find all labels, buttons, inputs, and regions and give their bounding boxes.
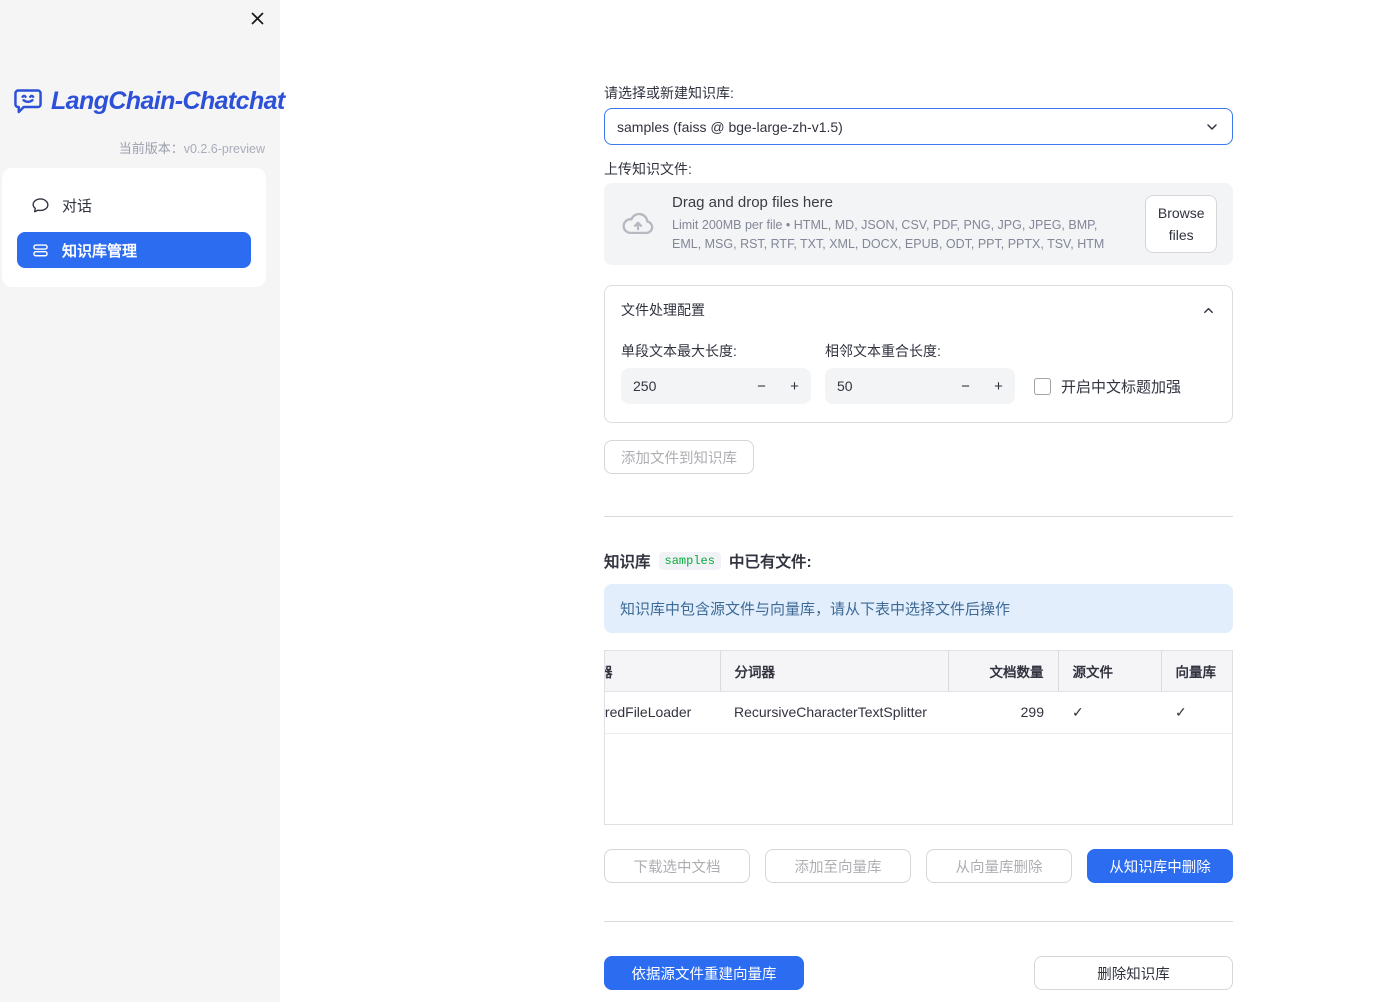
col-header-loader[interactable]: 文档加载器 xyxy=(605,651,720,692)
file-config-expander: 文件处理配置 单段文本最大长度: 250 − + 相邻文本重合长度: 50 − … xyxy=(604,285,1233,423)
divider xyxy=(604,516,1233,517)
cell-splitter[interactable]: RecursiveCharacterTextSplitter xyxy=(720,691,948,734)
dropzone-title: Drag and drop files here xyxy=(672,193,833,211)
chunk-size-value: 250 xyxy=(633,378,657,394)
divider xyxy=(604,921,1233,922)
sidebar-item-knowledge-base[interactable]: 知识库管理 xyxy=(17,232,251,268)
dropzone-texts: Drag and drop files here Limit 200MB per… xyxy=(672,194,1129,255)
cell-loader[interactable]: UnstructuredFileLoader xyxy=(605,691,720,734)
dropzone-limits: Limit 200MB per file • HTML, MD, JSON, C… xyxy=(672,217,1105,251)
chevron-down-icon xyxy=(1204,119,1220,135)
add-files-to-kb-button[interactable]: 添加文件到知识库 xyxy=(604,440,754,474)
download-selected-button[interactable]: 下载选中文档 xyxy=(604,849,750,883)
version-info: 当前版本：v0.2.6-preview xyxy=(119,138,265,157)
chunk-size-input[interactable]: 250 − + xyxy=(621,368,811,404)
zh-title-enhance-label: 开启中文标题加强 xyxy=(1061,379,1182,396)
kb-heading-suffix: 中已有文件: xyxy=(728,554,812,571)
cell-vector-store-check[interactable]: ✓ xyxy=(1161,691,1232,734)
kb-select[interactable]: samples (faiss @ bge-large-zh-v1.5) xyxy=(604,108,1233,145)
chunk-size-decrement-button[interactable]: − xyxy=(745,368,778,404)
checkbox-icon xyxy=(1034,378,1051,395)
overlap-size-value: 50 xyxy=(837,378,853,394)
delete-from-vector-store-button[interactable]: 从向量库删除 xyxy=(926,849,1072,883)
chat-bubble-logo-icon xyxy=(12,86,44,116)
kb-select-value: samples (faiss @ bge-large-zh-v1.5) xyxy=(617,118,843,135)
rebuild-vector-store-button[interactable]: 依据源文件重建向量库 xyxy=(604,956,804,990)
cell-source-file-check[interactable]: ✓ xyxy=(1058,691,1161,734)
close-icon xyxy=(250,11,265,26)
chat-icon xyxy=(31,197,50,214)
app-title: LangChain-Chatchat xyxy=(51,86,285,115)
sidebar-item-dialogue[interactable]: 对话 xyxy=(17,187,251,223)
delete-from-kb-button[interactable]: 从知识库中删除 xyxy=(1087,849,1233,883)
overlap-size-decrement-button[interactable]: − xyxy=(949,368,982,404)
col-header-source-file[interactable]: 源文件 xyxy=(1057,651,1161,692)
file-config-expander-header[interactable]: 文件处理配置 xyxy=(621,300,1216,320)
cell-doc-count[interactable]: 299 xyxy=(948,691,1058,734)
sidebar-menu: 对话 知识库管理 xyxy=(2,168,266,287)
sidebar: LangChain-Chatchat 当前版本：v0.2.6-preview 对… xyxy=(0,0,285,1002)
kb-files-heading: 知识库 samples 中已有文件: xyxy=(604,550,1233,572)
upload-label: 上传知识文件: xyxy=(604,161,692,177)
app-logo: LangChain-Chatchat xyxy=(12,86,285,116)
table-header-row: 文档加载器 分词器 文档数量 源文件 向量库 xyxy=(605,651,1232,692)
sidebar-item-label: 对话 xyxy=(62,197,93,215)
chunk-size-label: 单段文本最大长度: xyxy=(621,343,737,359)
col-header-doc-count[interactable]: 文档数量 xyxy=(947,651,1058,692)
sidebar-item-label: 知识库管理 xyxy=(62,242,138,260)
info-alert-text: 知识库中包含源文件与向量库，请从下表中选择文件后操作 xyxy=(620,601,1011,618)
chunk-size-group: 单段文本最大长度: 250 − + xyxy=(621,342,811,404)
browse-files-button[interactable]: Browse files xyxy=(1145,194,1217,254)
version-label: 当前版本： xyxy=(118,141,184,156)
zh-title-enhance-checkbox[interactable]: 开启中文标题加强 xyxy=(1034,376,1181,397)
kb-select-label: 请选择或新建知识库: xyxy=(604,85,734,101)
overlap-size-increment-button[interactable]: + xyxy=(982,368,1015,404)
sidebar-close-button[interactable] xyxy=(248,9,266,27)
add-to-vector-store-button[interactable]: 添加至向量库 xyxy=(765,849,911,883)
delete-kb-database-button[interactable]: 删除知识库 xyxy=(1034,956,1233,990)
overlap-size-input[interactable]: 50 − + xyxy=(825,368,1015,404)
kb-files-table[interactable]: 文档加载器 分词器 文档数量 源文件 向量库 UnstructuredFileL… xyxy=(604,650,1233,825)
info-alert: 知识库中包含源文件与向量库，请从下表中选择文件后操作 xyxy=(604,584,1233,633)
kb-name-code: samples xyxy=(658,552,721,570)
table-row[interactable]: UnstructuredFileLoader RecursiveCharacte… xyxy=(605,691,1232,734)
col-header-vector-store[interactable]: 向量库 xyxy=(1160,651,1232,692)
overlap-size-group: 相邻文本重合长度: 50 − + xyxy=(825,342,1015,404)
file-config-title: 文件处理配置 xyxy=(621,302,705,318)
main-content: 请选择或新建知识库: samples (faiss @ bge-large-zh… xyxy=(604,0,1233,990)
kb-management-row: 依据源文件重建向量库 删除知识库 xyxy=(604,956,1233,990)
kb-heading-prefix: 知识库 xyxy=(604,554,651,571)
chunk-size-increment-button[interactable]: + xyxy=(778,368,811,404)
col-header-splitter[interactable]: 分词器 xyxy=(719,651,948,692)
chevron-up-icon xyxy=(1201,303,1216,318)
file-dropzone[interactable]: Drag and drop files here Limit 200MB per… xyxy=(604,183,1233,265)
cloud-upload-icon xyxy=(620,209,656,239)
overlap-size-label: 相邻文本重合长度: xyxy=(825,343,941,359)
version-value: v0.2.6-preview xyxy=(183,142,265,156)
file-config-body: 单段文本最大长度: 250 − + 相邻文本重合长度: 50 − + 开启中文标… xyxy=(621,342,1216,404)
knowledge-base-icon xyxy=(31,242,50,259)
file-actions-row: 下载选中文档 添加至向量库 从向量库删除 从知识库中删除 xyxy=(604,849,1233,883)
